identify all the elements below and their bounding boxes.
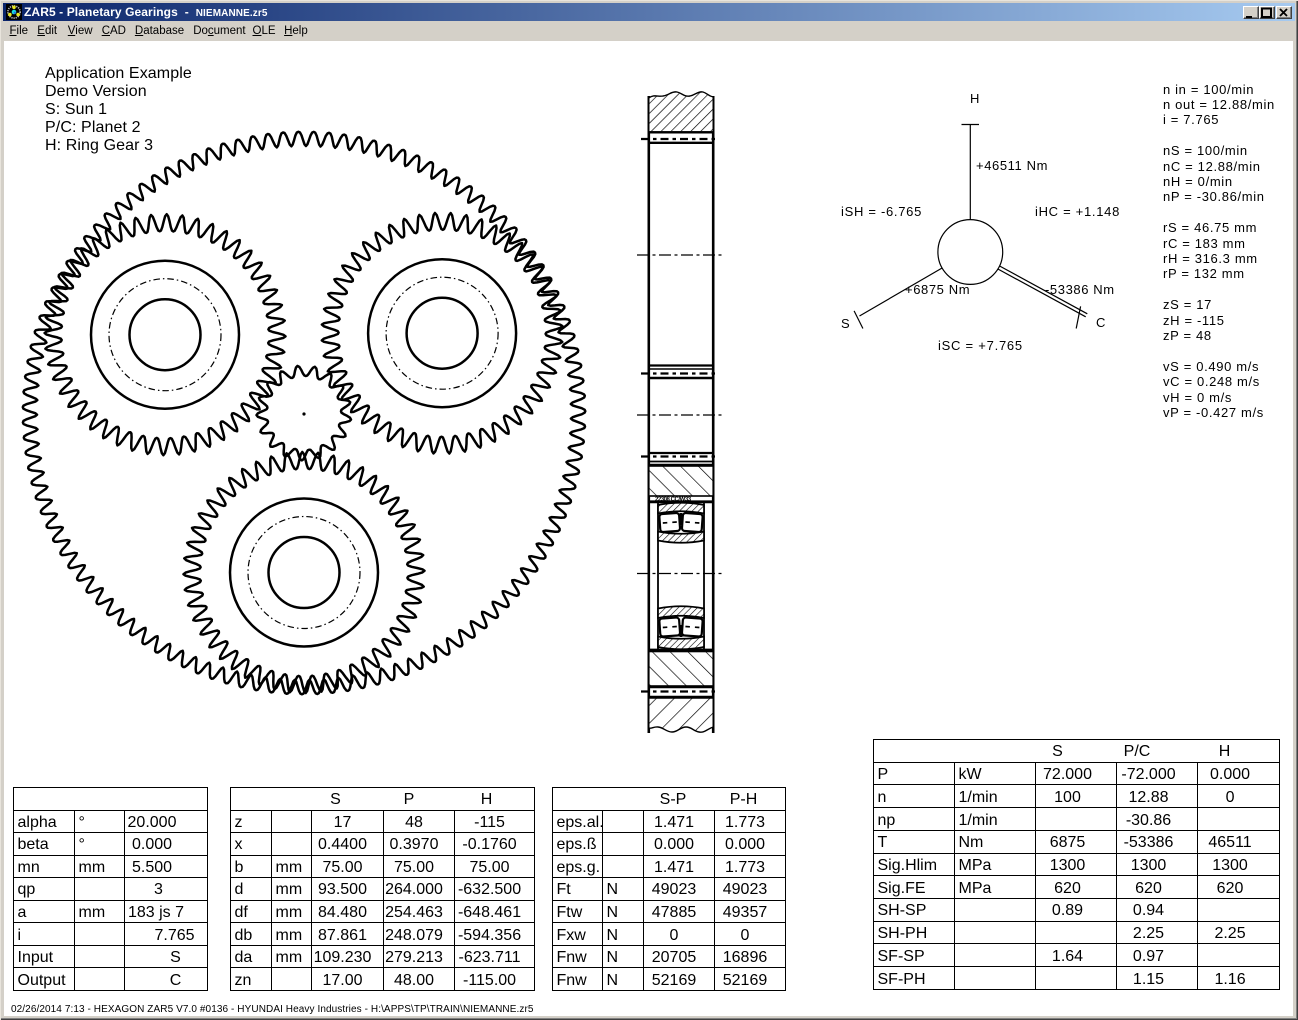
svg-text:22308 CC/W33: 22308 CC/W33 (655, 497, 692, 503)
